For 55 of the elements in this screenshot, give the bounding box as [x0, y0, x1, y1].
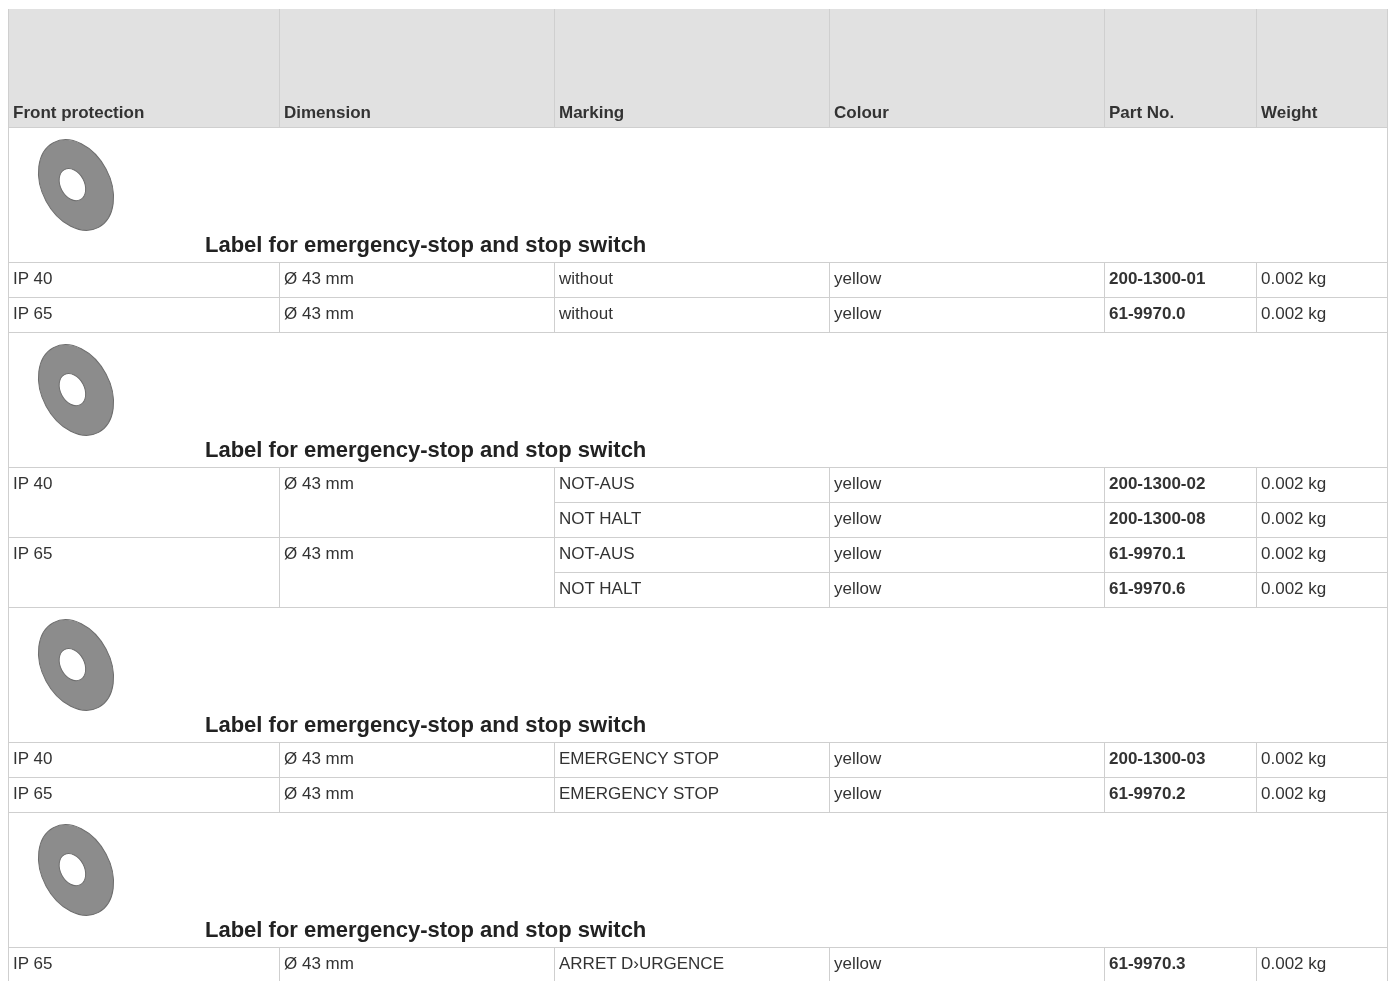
table-cell: 0.002 kg: [1256, 502, 1388, 538]
table-cell: Ø 43 mm: [279, 467, 555, 538]
table-cell: without: [554, 297, 830, 333]
table-cell: yellow: [829, 742, 1105, 778]
table-cell: IP 65: [8, 537, 280, 608]
column-header: Colour: [829, 9, 1105, 128]
table-cell: IP 65: [8, 947, 280, 981]
column-header: Marking: [554, 9, 830, 128]
table-cell: NOT HALT: [554, 572, 830, 608]
part-number-cell: 200-1300-03: [1104, 742, 1257, 778]
table-cell: IP 65: [8, 297, 280, 333]
table-cell: IP 40: [8, 262, 280, 298]
table-cell: 0.002 kg: [1256, 777, 1388, 813]
table-cell: 0.002 kg: [1256, 572, 1388, 608]
table-cell: NOT HALT: [554, 502, 830, 538]
part-number-cell: 200-1300-01: [1104, 262, 1257, 298]
table-cell: EMERGENCY STOP: [554, 742, 830, 778]
part-number-cell: 61-9970.2: [1104, 777, 1257, 813]
column-header: Dimension: [279, 9, 555, 128]
part-number-cell: 61-9970.6: [1104, 572, 1257, 608]
table-cell: NOT-AUS: [554, 467, 830, 503]
table-cell: without: [554, 262, 830, 298]
table-cell: Ø 43 mm: [279, 297, 555, 333]
table-cell: yellow: [829, 572, 1105, 608]
table-cell: IP 65: [8, 777, 280, 813]
table-cell: IP 40: [8, 742, 280, 778]
section-title: Label for emergency-stop and stop switch: [205, 437, 647, 463]
section-title: Label for emergency-stop and stop switch: [205, 712, 647, 738]
column-header: Part No.: [1104, 9, 1257, 128]
table-cell: IP 40: [8, 467, 280, 538]
table-cell: 0.002 kg: [1256, 262, 1388, 298]
table-cell: yellow: [829, 297, 1105, 333]
table-cell: yellow: [829, 262, 1105, 298]
table-cell: NOT-AUS: [554, 537, 830, 573]
table-cell: 0.002 kg: [1256, 537, 1388, 573]
table-cell: Ø 43 mm: [279, 537, 555, 608]
table-cell: yellow: [829, 777, 1105, 813]
part-number-cell: 61-9970.1: [1104, 537, 1257, 573]
column-header: Front protection: [8, 9, 280, 128]
section-title: Label for emergency-stop and stop switch: [205, 232, 647, 258]
part-number-cell: 200-1300-08: [1104, 502, 1257, 538]
table-cell: 0.002 kg: [1256, 297, 1388, 333]
table-cell: Ø 43 mm: [279, 742, 555, 778]
part-number-cell: 200-1300-02: [1104, 467, 1257, 503]
table-cell: EMERGENCY STOP: [554, 777, 830, 813]
table-cell: 0.002 kg: [1256, 467, 1388, 503]
table-cell: yellow: [829, 502, 1105, 538]
column-header: Weight: [1256, 9, 1388, 128]
table-cell: 0.002 kg: [1256, 742, 1388, 778]
part-number-cell: 61-9970.0: [1104, 297, 1257, 333]
section-title: Label for emergency-stop and stop switch: [205, 917, 647, 943]
table-cell: Ø 43 mm: [279, 262, 555, 298]
table-cell: Ø 43 mm: [279, 777, 555, 813]
table-cell: yellow: [829, 537, 1105, 573]
table-cell: yellow: [829, 467, 1105, 503]
